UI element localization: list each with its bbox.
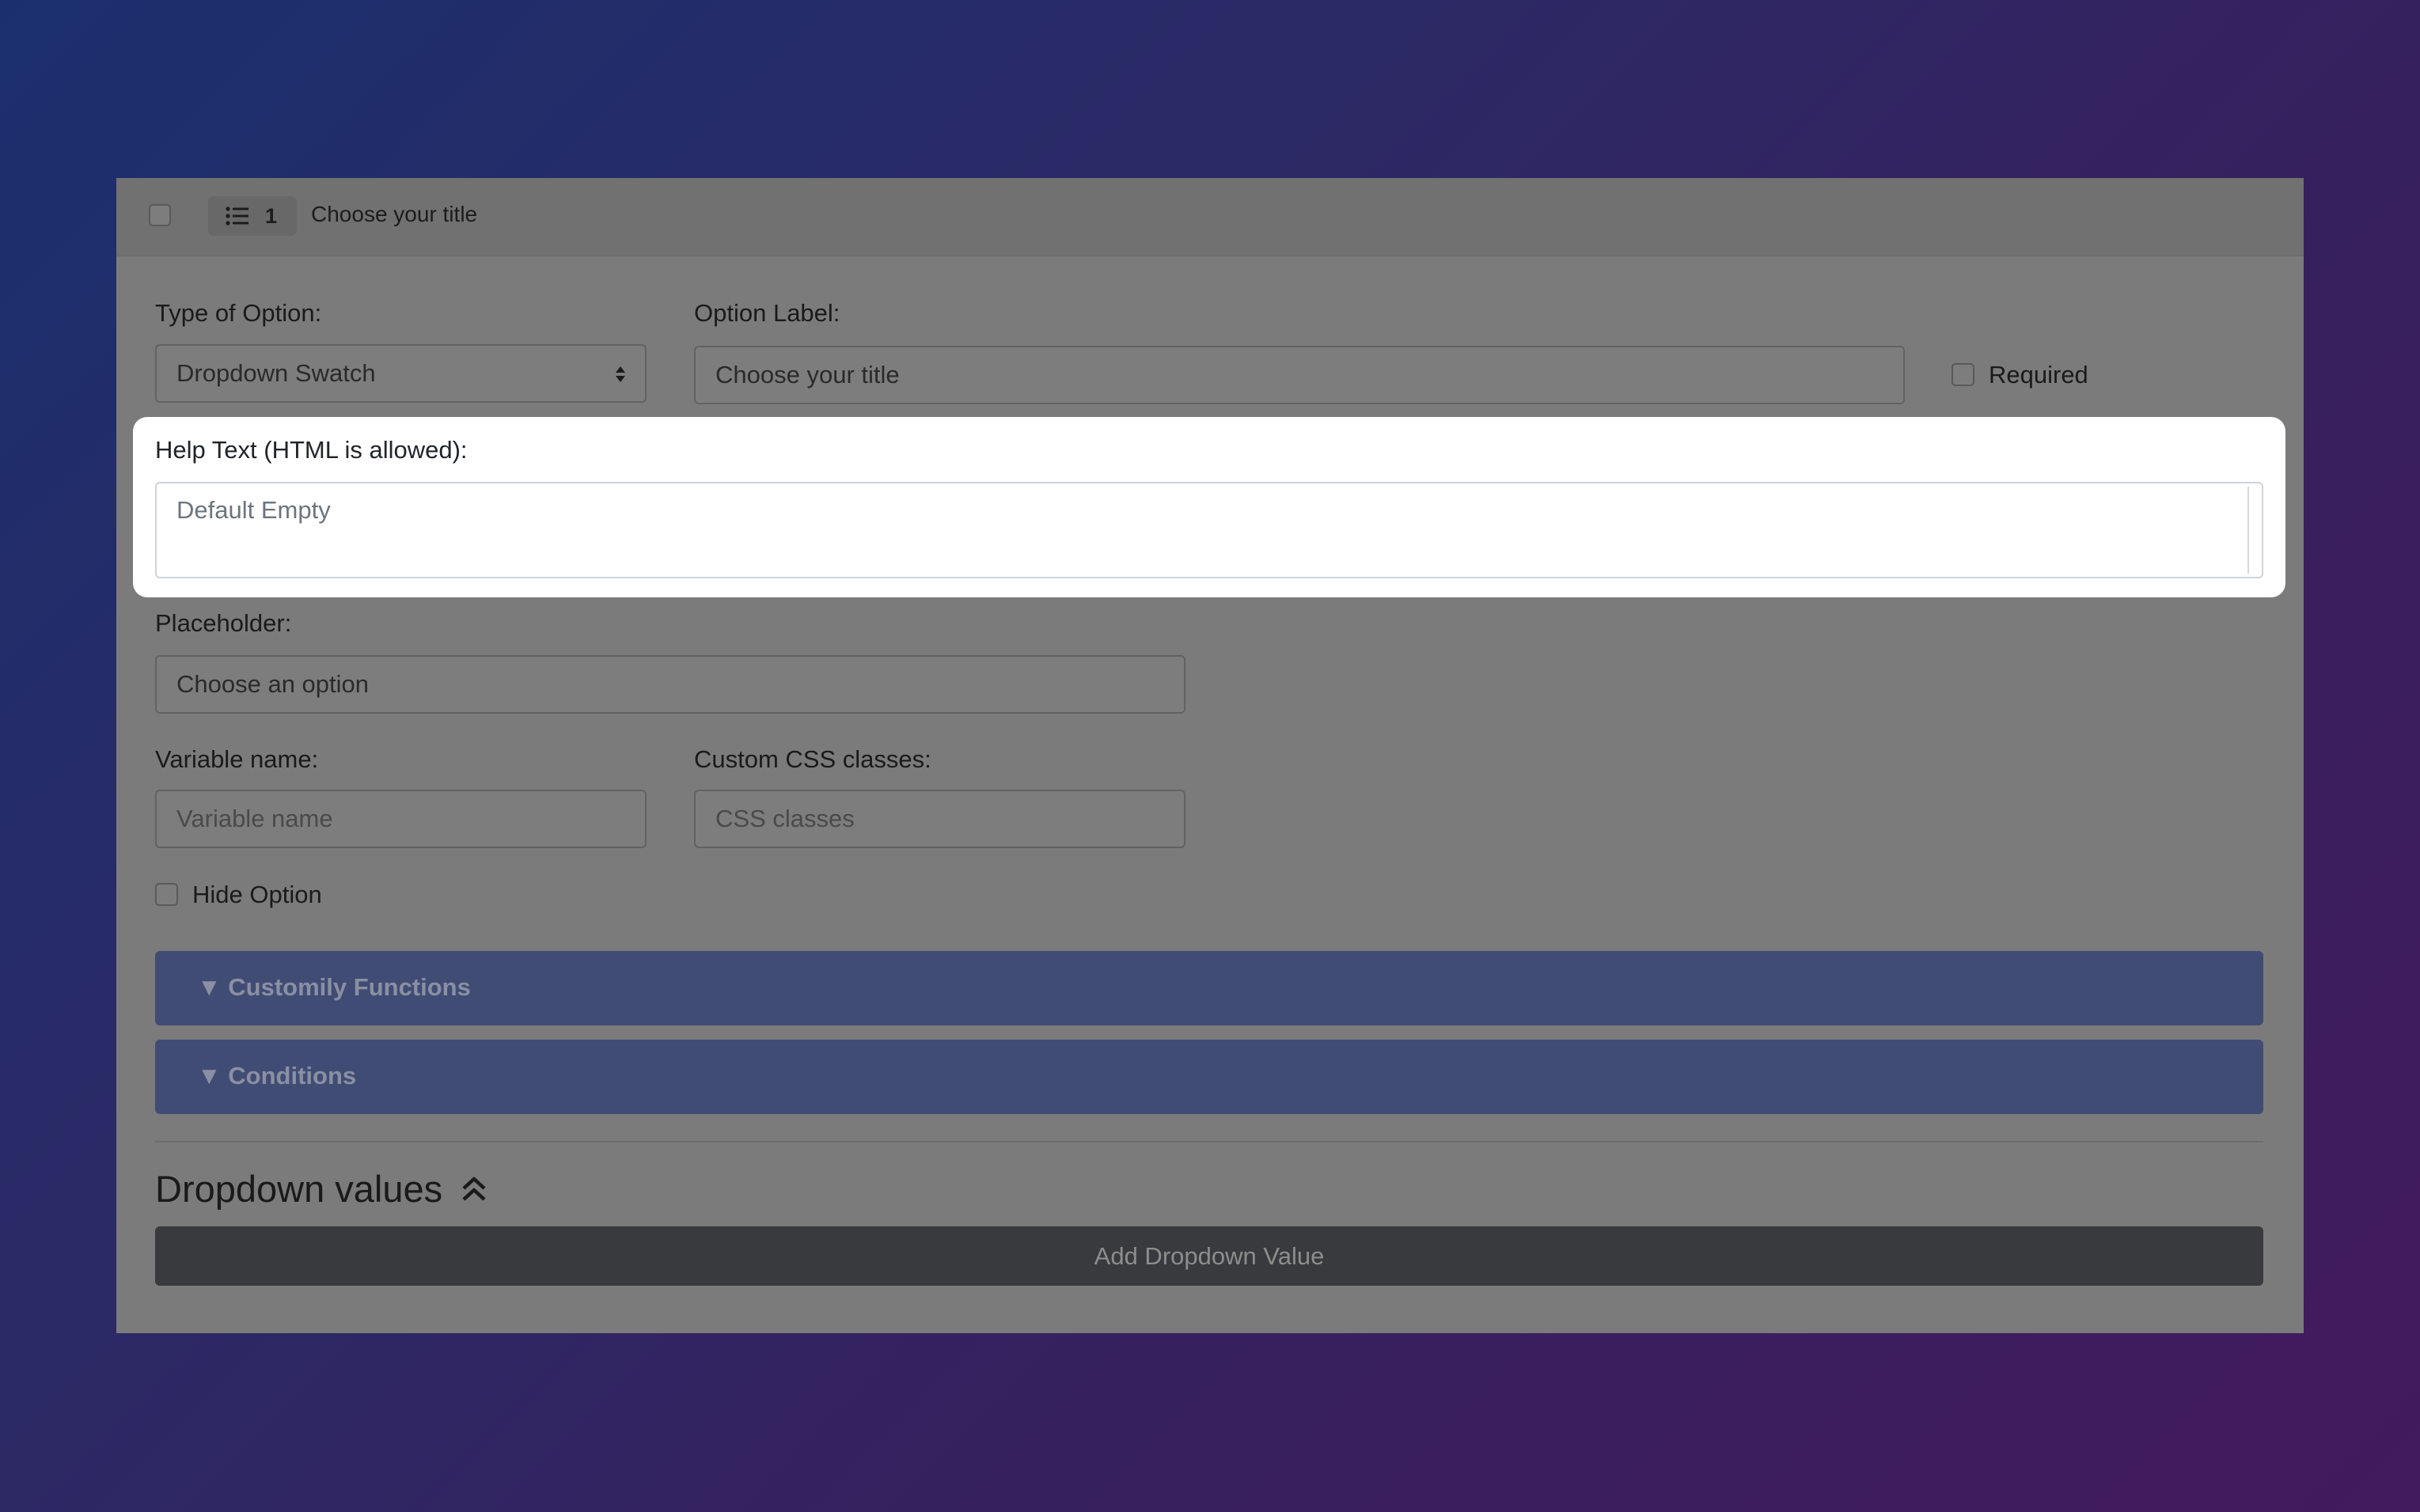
option-index: 1: [265, 204, 278, 228]
option-label-label: Option Label:: [694, 299, 840, 327]
option-header[interactable]: 1 Choose your title: [116, 178, 2304, 256]
placeholder-label: Placeholder:: [155, 609, 292, 637]
help-text-placeholder: Default Empty: [176, 496, 331, 524]
help-text-label: Help Text (HTML is allowed):: [155, 436, 468, 464]
option-label-input[interactable]: Choose your title: [694, 346, 1905, 404]
customily-functions-label: ▼ Customily Functions: [197, 973, 471, 1001]
customily-functions-accordion[interactable]: ▼ Customily Functions: [155, 951, 2263, 1025]
textarea-resize-scrollbar[interactable]: [2247, 487, 2257, 574]
list-icon: [226, 207, 248, 225]
hide-option-checkbox[interactable]: [155, 883, 178, 906]
option-header-title: Choose your title: [311, 202, 478, 226]
select-option-checkbox[interactable]: [149, 204, 171, 226]
conditions-accordion[interactable]: ▼ Conditions: [155, 1040, 2263, 1114]
variable-name-input[interactable]: Variable name: [155, 790, 647, 848]
type-of-option-label: Type of Option:: [155, 299, 322, 327]
double-chevron-up-icon[interactable]: [461, 1176, 487, 1203]
conditions-label: ▼ Conditions: [197, 1062, 357, 1089]
custom-css-label: Custom CSS classes:: [694, 745, 931, 773]
help-text-section: Help Text (HTML is allowed): Default Emp…: [133, 417, 2285, 597]
variable-name-label: Variable name:: [155, 745, 319, 773]
add-dropdown-value-button[interactable]: Add Dropdown Value: [155, 1226, 2263, 1286]
option-index-badge: 1: [208, 196, 297, 236]
hide-option-label: Hide Option: [192, 881, 322, 908]
dropdown-values-label: Dropdown values: [155, 1168, 443, 1210]
dropdown-values-title[interactable]: Dropdown values: [155, 1167, 487, 1211]
required-checkbox[interactable]: [1952, 363, 1974, 386]
help-text-textarea[interactable]: Default Empty: [155, 482, 2263, 578]
option-editor-panel: 1 Choose your title Type of Option: Drop…: [116, 178, 2304, 1333]
required-label: Required: [1989, 361, 2088, 388]
custom-css-input[interactable]: CSS classes: [694, 790, 1185, 848]
section-divider: [155, 1141, 2263, 1143]
type-of-option-value: Dropdown Swatch: [176, 359, 376, 387]
sort-arrows-icon: [616, 366, 625, 382]
type-of-option-select[interactable]: Dropdown Swatch: [155, 344, 647, 403]
placeholder-input[interactable]: Choose an option: [155, 655, 1185, 714]
